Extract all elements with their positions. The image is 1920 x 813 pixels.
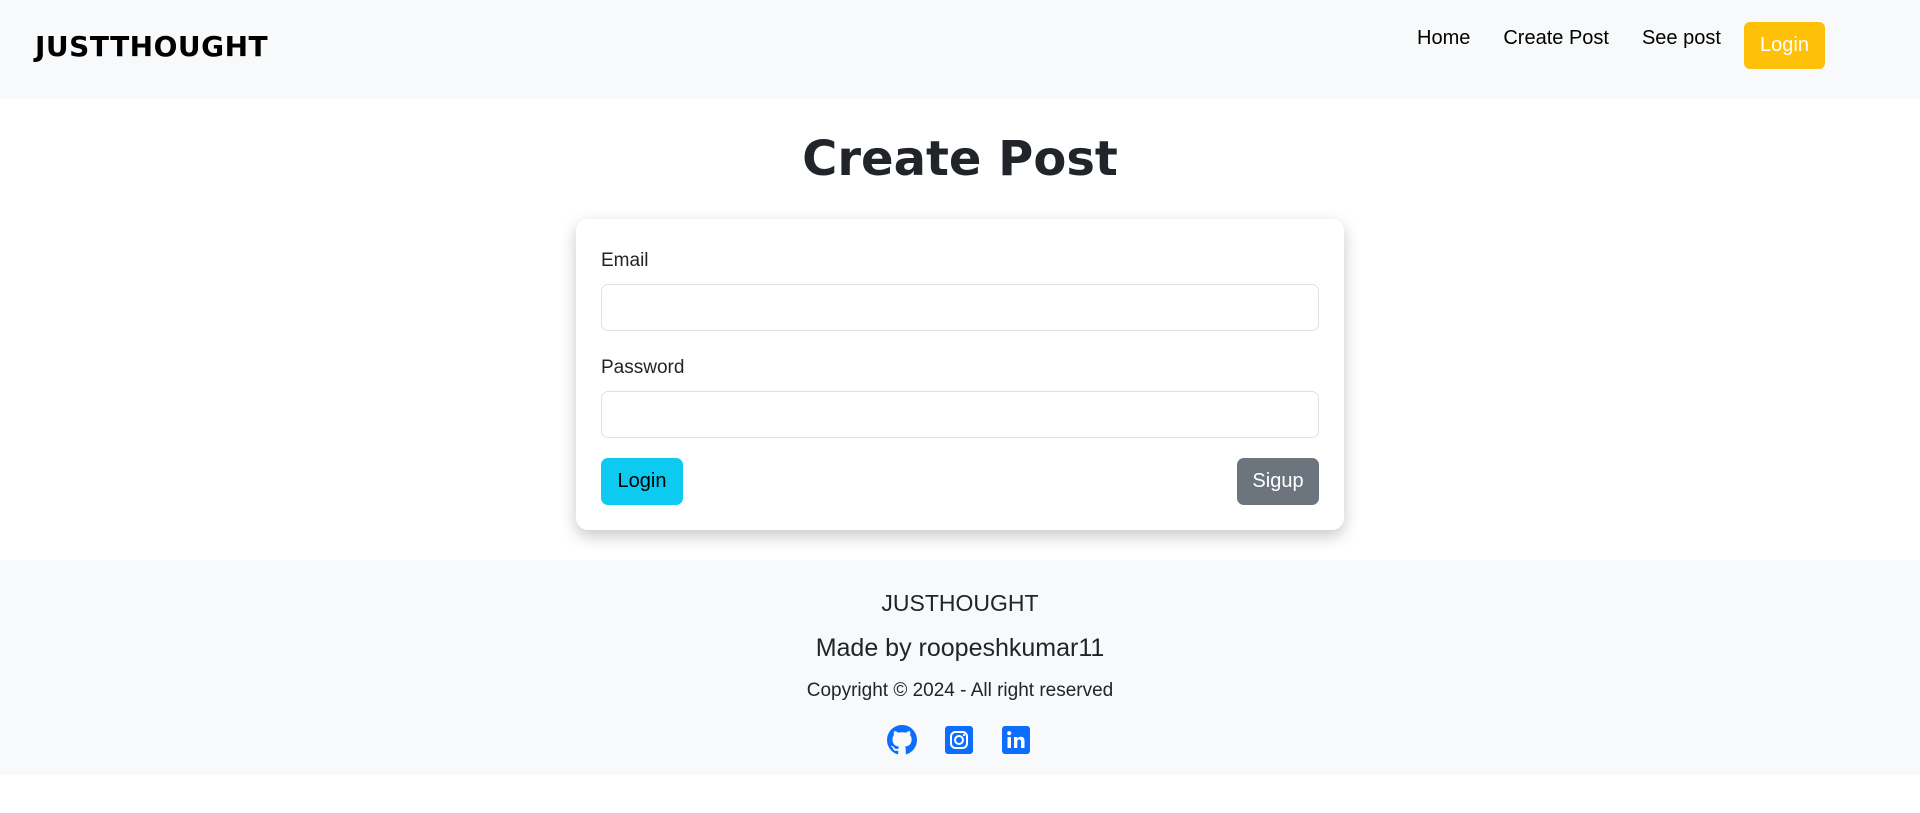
password-label: Password	[601, 357, 685, 378]
footer: JUSTHOUGHT Made by roopeshkumar11 Copyri…	[0, 560, 1920, 775]
nav-login-button[interactable]: Login	[1744, 22, 1825, 69]
password-input[interactable]	[601, 391, 1319, 438]
nav-links: Home Create Post See post	[1417, 26, 1754, 50]
nav-link-create-post[interactable]: Create Post	[1503, 26, 1609, 50]
nav-link-home[interactable]: Home	[1417, 26, 1470, 50]
instagram-icon[interactable]	[944, 725, 974, 755]
footer-brand: JUSTHOUGHT	[881, 590, 1039, 616]
footer-made-by: Made by roopeshkumar11	[815, 634, 1105, 662]
footer-copyright: Copyright © 2024 - All right reserved	[806, 680, 1114, 701]
social-links	[887, 725, 1058, 755]
signup-button[interactable]: Sigup	[1237, 458, 1319, 505]
login-card: Email Password Login Sigup	[576, 219, 1344, 530]
navbar: JUSTTHOUGHT Home Create Post See post Lo…	[0, 0, 1920, 99]
page-title: Create Post	[802, 131, 1118, 187]
login-button[interactable]: Login	[601, 458, 683, 505]
nav-link-see-post[interactable]: See post	[1642, 26, 1721, 50]
github-icon[interactable]	[887, 725, 917, 755]
email-input[interactable]	[601, 284, 1319, 331]
email-label: Email	[601, 250, 649, 271]
brand-logo[interactable]: JUSTTHOUGHT	[35, 30, 268, 63]
linkedin-icon[interactable]	[1001, 725, 1031, 755]
